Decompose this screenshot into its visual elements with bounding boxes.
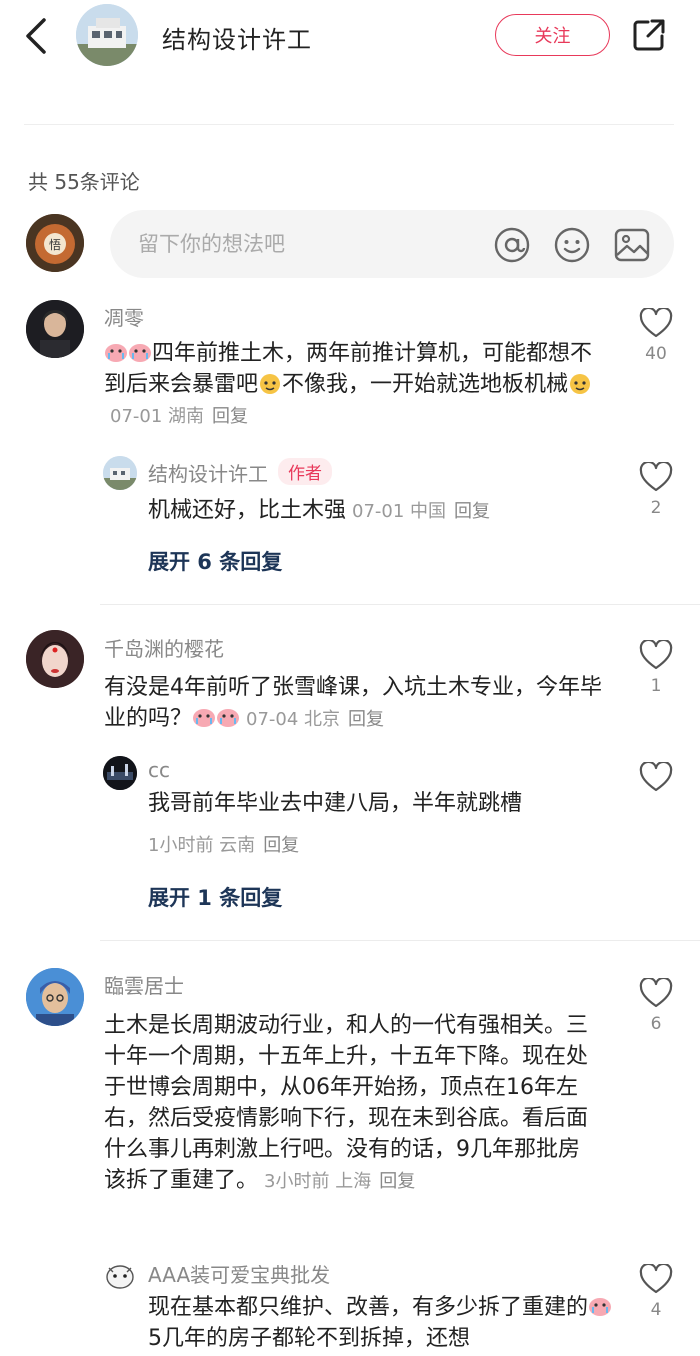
comment-text-part: 不像我，一开始就选地板机械 <box>282 372 569 397</box>
heart-icon <box>639 462 673 492</box>
comment-text: 土木是长周期波动行业，和人的一代有强相关。三十年一个周期，十五年上升，十五年下降… <box>104 1010 590 1197</box>
commenter-name[interactable]: 臨雲居士 <box>104 970 184 999</box>
crying-emoji-icon <box>104 341 128 363</box>
commenter-avatar[interactable] <box>26 630 84 688</box>
expand-replies-link[interactable]: 展开 6 条回复 <box>148 546 282 576</box>
comment-text: 四年前推土木，两年前推计算机，可能都想不到后来会暴雷吧 不像我，一开始就选地板机械… <box>104 338 604 432</box>
crying-emoji-icon <box>216 706 240 728</box>
smug-emoji-icon <box>568 372 592 394</box>
reply-user-name[interactable]: 结构设计许工 <box>148 462 268 486</box>
reply-text-content: 机械还好，比土木强 <box>148 498 347 523</box>
expand-replies-link[interactable]: 展开 1 条回复 <box>148 882 282 912</box>
commenter-name[interactable]: 千岛渊的樱花 <box>104 633 224 662</box>
reply-button[interactable]: 回复 <box>348 709 384 730</box>
divider <box>100 940 700 941</box>
reply-text-part: 现在基本都只维护、改善，有多少拆了重建的 <box>148 1295 589 1320</box>
reply-user-name[interactable]: cc <box>148 758 170 782</box>
author-name[interactable]: 结构设计许工 <box>162 20 312 55</box>
reply-user-name[interactable]: AAA装可爱宝典批发 <box>148 1259 330 1288</box>
like-count: 2 <box>650 498 662 518</box>
like-button[interactable]: 1 <box>636 640 676 696</box>
comment-meta: 07-01 湖南 回复 <box>110 406 248 427</box>
heart-icon <box>639 640 673 670</box>
reply-date-location: 1小时前 云南 <box>148 835 256 856</box>
heart-icon <box>639 762 673 792</box>
author-avatar[interactable] <box>76 4 138 66</box>
image-icon[interactable] <box>614 227 650 263</box>
like-button[interactable] <box>636 762 676 792</box>
reply-button[interactable]: 回复 <box>263 835 299 856</box>
my-avatar: 悟 <box>26 214 84 272</box>
reply-meta: 1小时前 云南 回复 <box>148 831 299 857</box>
comment-date-location: 07-01 湖南 <box>110 406 205 427</box>
like-button[interactable]: 4 <box>636 1264 676 1320</box>
smug-emoji-icon <box>258 372 282 394</box>
top-bar: 结构设计许工 关注 <box>0 0 700 84</box>
svg-text:悟: 悟 <box>49 237 61 252</box>
commenter-name[interactable]: 凋零 <box>104 302 144 331</box>
like-button[interactable]: 6 <box>636 978 676 1034</box>
comment-text: 有没是4年前听了张雪峰课，入坑土木专业，今年毕业的吗？ 07-04 北京 回复 <box>104 672 604 735</box>
like-button[interactable]: 2 <box>636 462 676 518</box>
crying-emoji-icon <box>128 341 152 363</box>
follow-button[interactable]: 关注 <box>495 14 610 56</box>
comment-input[interactable] <box>138 224 488 264</box>
heart-icon <box>639 1264 673 1294</box>
heart-icon <box>639 978 673 1008</box>
like-button[interactable]: 40 <box>636 308 676 364</box>
share-icon[interactable] <box>632 18 666 52</box>
comment-date-location: 07-04 北京 <box>246 709 341 730</box>
like-count: 6 <box>650 1014 662 1034</box>
commenter-avatar[interactable] <box>26 968 84 1026</box>
reply-avatar[interactable] <box>103 456 137 490</box>
emoji-icon[interactable] <box>554 227 590 263</box>
divider <box>100 604 700 605</box>
crying-emoji-icon <box>588 1295 612 1317</box>
like-count: 1 <box>650 676 662 696</box>
reply-button[interactable]: 回复 <box>212 406 248 427</box>
comment-meta: 07-04 北京 回复 <box>246 709 384 730</box>
heart-icon <box>639 308 673 338</box>
comment-count: 共 55条评论 <box>28 170 140 194</box>
comment-input-box <box>110 210 674 278</box>
back-arrow-icon[interactable] <box>22 16 52 56</box>
like-count: 40 <box>645 344 667 364</box>
mention-icon[interactable] <box>494 227 530 263</box>
crying-emoji-icon <box>192 706 216 728</box>
author-badge: 作者 <box>278 458 332 485</box>
reply-text: 机械还好，比土木强 07-01 中国 回复 <box>148 495 618 527</box>
reply-text-part: 5几年的房子都轮不到拆掉，还想 <box>148 1326 470 1351</box>
reply-text: 现在基本都只维护、改善，有多少拆了重建的 5几年的房子都轮不到拆掉，还想 <box>148 1292 618 1354</box>
reply-author-line: 结构设计许工 作者 <box>148 458 332 487</box>
reply-date-location: 07-01 中国 <box>352 501 447 522</box>
comment-date-location: 3小时前 上海 <box>264 1171 372 1192</box>
reply-button[interactable]: 回复 <box>454 501 490 522</box>
reply-text: 我哥前年毕业去中建八局，半年就跳槽 <box>148 791 523 816</box>
like-count: 4 <box>650 1300 662 1320</box>
reply-meta: 07-01 中国 回复 <box>352 501 490 522</box>
comment-text-part: 土木是长周期波动行业，和人的一代有强相关。三十年一个周期，十五年上升，十五年下降… <box>104 1013 589 1193</box>
reply-avatar[interactable] <box>103 756 137 790</box>
reply-avatar[interactable] <box>103 1258 137 1292</box>
divider <box>24 124 674 125</box>
reply-button[interactable]: 回复 <box>379 1171 415 1192</box>
commenter-avatar[interactable] <box>26 300 84 358</box>
comment-meta: 3小时前 上海 回复 <box>264 1171 415 1192</box>
